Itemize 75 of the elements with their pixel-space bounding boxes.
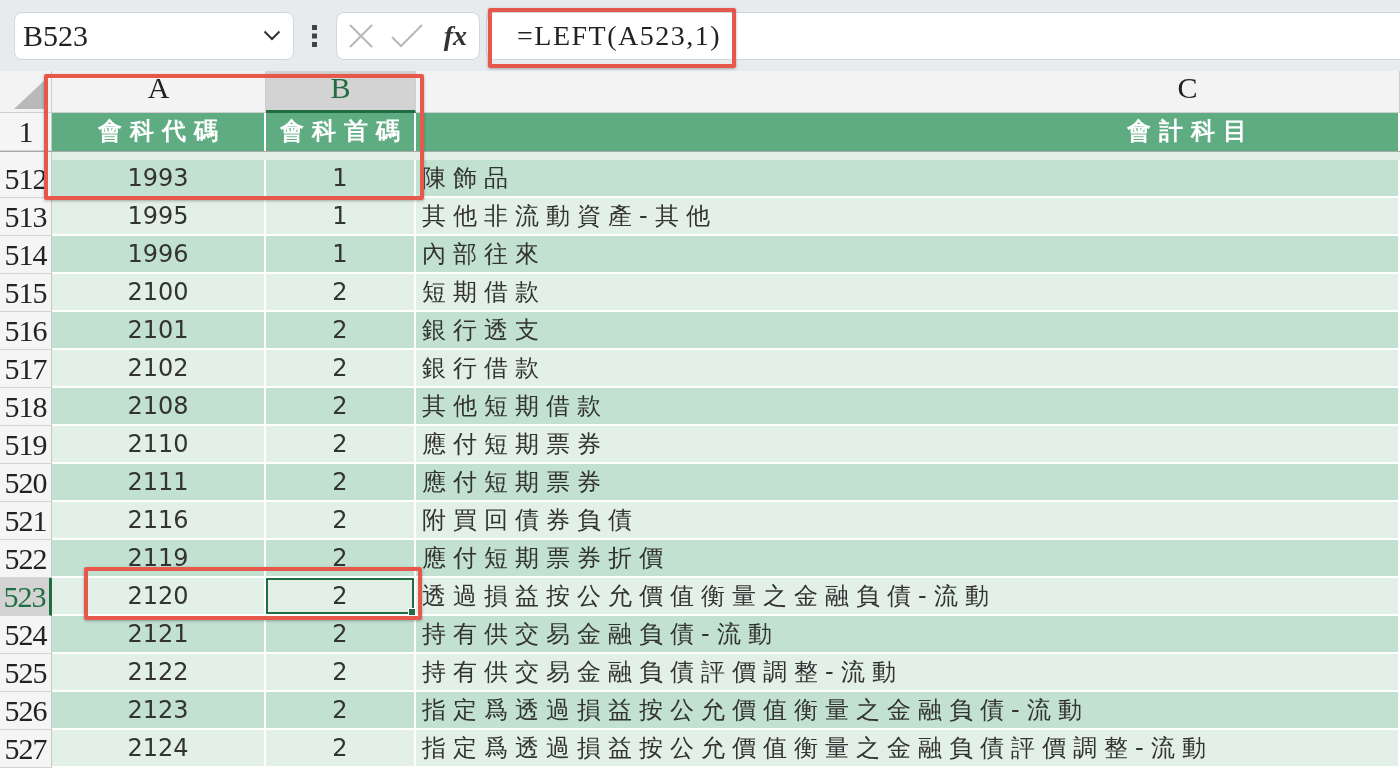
table-cell: 2100 [52,274,266,312]
table-cell: 2 [266,350,416,388]
table-cell: 附買回債券負債 [416,502,1400,540]
table-cell: 2 [266,426,416,464]
row-header[interactable]: 527 [0,730,52,768]
fill-handle[interactable] [408,608,416,616]
row-header[interactable]: 520 [0,464,52,502]
table-cell: 2111 [52,464,266,502]
name-box[interactable]: B523 [14,11,294,60]
row-header[interactable]: 517 [0,350,52,388]
formula-field[interactable]: =LEFT(A523,1) [486,11,1400,60]
table-cell: 持有供交易金融負債-流動 [416,616,1400,654]
row-header[interactable]: 513 [0,198,52,236]
table-cell: 1 [266,198,416,236]
table-cell: 2116 [52,502,266,540]
table-cell: 其他非流動資產-其他 [416,198,1400,236]
table-cell: 2 [266,654,416,692]
table-cell: 2108 [52,388,266,426]
chevron-down-icon[interactable] [263,30,281,41]
table-cell: 應付短期票券 [416,426,1400,464]
table-cell: 2123 [52,692,266,730]
table-cell: 2 [266,464,416,502]
table-cell: 1996 [52,236,266,274]
table-cell: 2110 [52,426,266,464]
table-cell: 內部往來 [416,236,1400,274]
column-header[interactable]: A [52,71,266,113]
row-header[interactable]: 526 [0,692,52,730]
column-header[interactable]: B [266,71,416,113]
table-cell: 透過損益按公允價值衡量之金融負債-流動 [416,578,1400,616]
header-cell: 會科代碼 [52,113,266,151]
table-cell: 2 [266,692,416,730]
table-cell: 2 [266,502,416,540]
check-icon[interactable] [391,23,424,48]
table-cell: 2101 [52,312,266,350]
table-cell: 指定爲透過損益按公允價值衡量之金融負債評價調整-流動 [416,730,1400,768]
row-header[interactable]: 521 [0,502,52,540]
table-cell: 1995 [52,198,266,236]
table-cell: 銀行透支 [416,312,1400,350]
table-cell: 2 [266,312,416,350]
table-cell: 2 [266,274,416,312]
table-cell: 短期借款 [416,274,1400,312]
row-header[interactable]: 522 [0,540,52,578]
table-cell: 2 [266,730,416,768]
table-cell: 2 [266,388,416,426]
row-header[interactable]: 514 [0,236,52,274]
header-cell: 會計科目 [416,113,1400,151]
table-cell: 2 [266,578,416,616]
header-cell: 會科首碼 [266,113,416,151]
row-header[interactable]: 516 [0,312,52,350]
table-cell: 1 [266,236,416,274]
table-cell: 應付短期票券 [416,464,1400,502]
table-cell: 2121 [52,616,266,654]
row-header[interactable]: 523 [0,578,52,616]
table-cell: 銀行借款 [416,350,1400,388]
row-header[interactable]: 525 [0,654,52,692]
table-cell: 2119 [52,540,266,578]
table-cell: 2122 [52,654,266,692]
table-cell: 應付短期票券折價 [416,540,1400,578]
row-header[interactable]: 519 [0,426,52,464]
table-cell: 其他短期借款 [416,388,1400,426]
row-header[interactable]: 512 [0,160,52,198]
table-cell: 2102 [52,350,266,388]
row-header[interactable]: 518 [0,388,52,426]
table-cell: 指定爲透過損益按公允價值衡量之金融負債-流動 [416,692,1400,730]
table-cell: 1 [266,160,416,198]
table-cell: 2124 [52,730,266,768]
row-header[interactable]: 524 [0,616,52,654]
row-header[interactable]: 1 [0,113,52,151]
table-cell: 2120 [52,578,266,616]
row-header[interactable]: 515 [0,274,52,312]
more-icon[interactable] [312,24,318,47]
insert-function-button[interactable]: fx [441,21,469,50]
table-cell: 1993 [52,160,266,198]
column-header[interactable]: C [416,71,1400,113]
table-cell: 持有供交易金融負債評價調整-流動 [416,654,1400,692]
